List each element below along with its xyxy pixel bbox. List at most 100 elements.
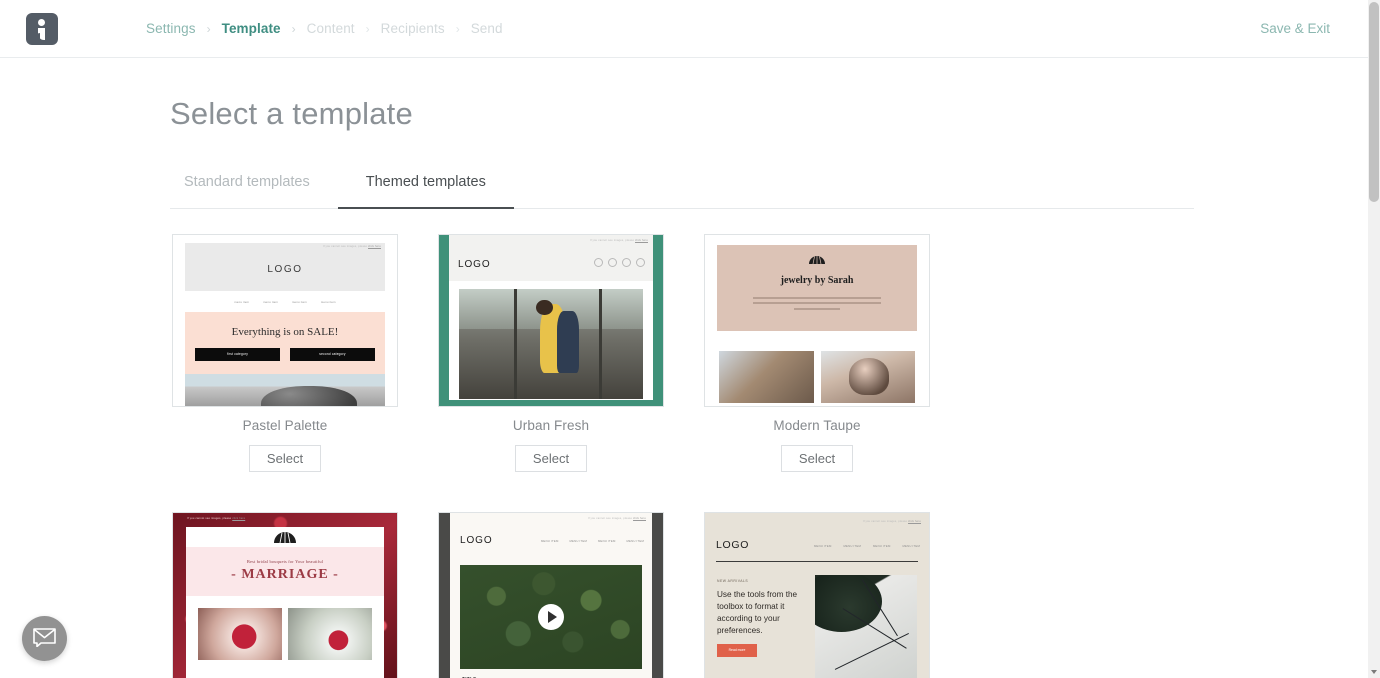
preheader-text: If you cannot see images, please click h…	[323, 245, 381, 248]
thumb-button-second-category: second category	[290, 348, 375, 361]
preheader-label: If you cannot see images, please	[862, 520, 908, 523]
breadcrumb-separator-icon: ›	[455, 21, 460, 36]
facebook-icon	[594, 258, 603, 267]
thumb-sale-block: Everything is on SALE! first category se…	[185, 312, 385, 374]
thumb-subhead: Best bridal bouquets for Your beautiful	[246, 559, 324, 564]
preheader-text: If you cannot see images, please click h…	[590, 239, 648, 242]
template-thumbnail-toolbox[interactable]: If you cannot see images, please click h…	[704, 512, 930, 678]
envelope-icon	[33, 628, 56, 647]
thumb-nav-item: MENU ITEM	[626, 539, 644, 543]
top-bar: Settings › Template › Content › Recipien…	[0, 0, 1368, 58]
breadcrumb-item-send[interactable]: Send	[471, 21, 503, 36]
thumb-nav: MENU ITEM MENU ITEM MENU ITEM MENU ITEM	[541, 539, 644, 543]
breadcrumb-item-recipients[interactable]: Recipients	[381, 21, 445, 36]
preheader-link: click here	[232, 517, 246, 520]
thumb-headline: - MARRIAGE -	[231, 567, 339, 582]
thumb-hero: jewelry by Sarah	[717, 245, 917, 331]
breadcrumb-separator-icon: ›	[291, 21, 296, 36]
thumb-headline: Everything is on SALE!	[231, 326, 339, 338]
preheader-label: If you cannot see images, please	[589, 239, 635, 242]
thumb-divider	[716, 561, 918, 562]
thumb-nav: MENU ITEM MENU ITEM MENU ITEM MENU ITEM	[814, 544, 920, 548]
thumb-body-lines	[753, 297, 881, 310]
template-name: Urban Fresh	[512, 418, 590, 433]
page-title: Select a template	[170, 96, 413, 131]
template-card: jewelry by Sarah Modern Taupe Select	[704, 234, 930, 472]
preheader-text: If you cannot see images, please click h…	[863, 520, 921, 523]
scroll-down-arrow-icon[interactable]	[1368, 666, 1380, 678]
pinterest-icon	[622, 258, 631, 267]
thumb-nav: menu item menu item menu item menu item	[173, 300, 397, 304]
thumb-kicker: NEW ARRIVALS	[717, 579, 749, 583]
template-thumbnail-urban-fresh[interactable]: If you cannot see images, please click h…	[438, 234, 664, 407]
scrollbar-track[interactable]	[1368, 0, 1380, 678]
thumb-cta-button: Read more	[717, 644, 757, 657]
thumb-nav-item: menu item	[234, 300, 250, 304]
breadcrumb: Settings › Template › Content › Recipien…	[146, 21, 503, 36]
template-card: If you cannot see images, please click h…	[438, 512, 664, 678]
play-icon	[538, 604, 564, 630]
template-name: Pastel Palette	[242, 418, 328, 433]
template-name: Modern Taupe	[773, 418, 861, 433]
thumb-nav-item: menu item	[292, 300, 307, 304]
preheader-label: If you cannot see images, please	[322, 245, 368, 248]
instagram-icon	[636, 258, 645, 267]
thumb-headline: jewelry by Sarah	[780, 275, 854, 286]
brand-logo-icon[interactable]	[26, 12, 58, 45]
thumb-nav-item: MENU ITEM	[598, 539, 616, 543]
thumb-sheet: If you cannot see images, please click h…	[450, 513, 652, 678]
select-button[interactable]: Select	[781, 445, 853, 472]
thumb-photo	[198, 608, 282, 660]
breadcrumb-separator-icon: ›	[206, 21, 211, 36]
tab-standard-templates[interactable]: Standard templates	[170, 174, 338, 208]
logo-tail	[35, 32, 40, 40]
chat-widget-button[interactable]	[22, 616, 67, 661]
template-card: If you cannot see images, please click h…	[704, 512, 930, 678]
main-content: Select a template Standard templates The…	[0, 58, 1368, 678]
thumb-photo	[719, 351, 814, 403]
scrollbar-thumb[interactable]	[1369, 2, 1379, 202]
thumb-social-icons	[594, 258, 645, 267]
thumb-sheet: Best bridal bouquets for Your beautiful …	[186, 527, 384, 678]
thumb-photo	[815, 575, 917, 678]
breadcrumb-separator-icon: ›	[365, 21, 370, 36]
app-root: Settings › Template › Content › Recipien…	[0, 0, 1380, 678]
thumb-nav-item: MENU ITEM	[843, 544, 861, 548]
thumb-button-first-category: first category	[195, 348, 280, 361]
preheader-link: click here	[908, 520, 921, 523]
template-thumbnail-video[interactable]: If you cannot see images, please click h…	[438, 512, 664, 678]
template-thumbnail-rose-field[interactable]: If you cannot see images, please click h…	[172, 512, 398, 678]
breadcrumb-item-settings[interactable]: Settings	[146, 21, 196, 36]
thumb-nav-item: MENU ITEM	[902, 544, 920, 548]
template-grid: If you cannot see images, please click h…	[172, 234, 1194, 678]
thumb-header: If you cannot see images, please click h…	[449, 235, 653, 281]
preheader-link: click here	[635, 239, 648, 242]
thumb-logo-text: LOGO	[460, 535, 493, 546]
select-button[interactable]: Select	[515, 445, 587, 472]
thumb-photo-pair	[198, 608, 372, 660]
fan-logo-icon	[809, 255, 825, 264]
thumb-header: If you cannot see images, please click h…	[185, 243, 385, 291]
template-thumbnail-modern-taupe[interactable]: jewelry by Sarah	[704, 234, 930, 407]
thumb-nav-item: MENU ITEM	[541, 539, 559, 543]
template-tabs: Standard templates Themed templates	[170, 174, 1194, 209]
tab-themed-templates[interactable]: Themed templates	[337, 174, 514, 209]
preheader-link: click here	[633, 517, 646, 520]
template-card: If you cannot see images, please click h…	[172, 234, 398, 472]
thumb-video-image	[460, 565, 642, 669]
thumb-logo-text: LOGO	[458, 259, 491, 270]
template-thumbnail-pastel-palette[interactable]: If you cannot see images, please click h…	[172, 234, 398, 407]
thumb-nav-item: menu item	[320, 300, 336, 304]
preheader-label: If you cannot see images, please	[587, 517, 633, 520]
thumb-nav-item: MENU ITEM	[814, 544, 832, 548]
breadcrumb-item-template[interactable]: Template	[222, 21, 281, 36]
breadcrumb-item-content[interactable]: Content	[307, 21, 355, 36]
twitter-icon	[608, 258, 617, 267]
select-button[interactable]: Select	[249, 445, 321, 472]
thumb-nav-item: menu item	[263, 300, 278, 304]
preheader-label: If you cannot see images, please	[187, 517, 232, 520]
thumb-band: Best bridal bouquets for Your beautiful …	[186, 532, 384, 596]
save-and-exit-button[interactable]: Save & Exit	[1260, 21, 1330, 36]
thumb-logo-text: LOGO	[267, 264, 303, 275]
preheader-link: click here	[368, 245, 381, 248]
